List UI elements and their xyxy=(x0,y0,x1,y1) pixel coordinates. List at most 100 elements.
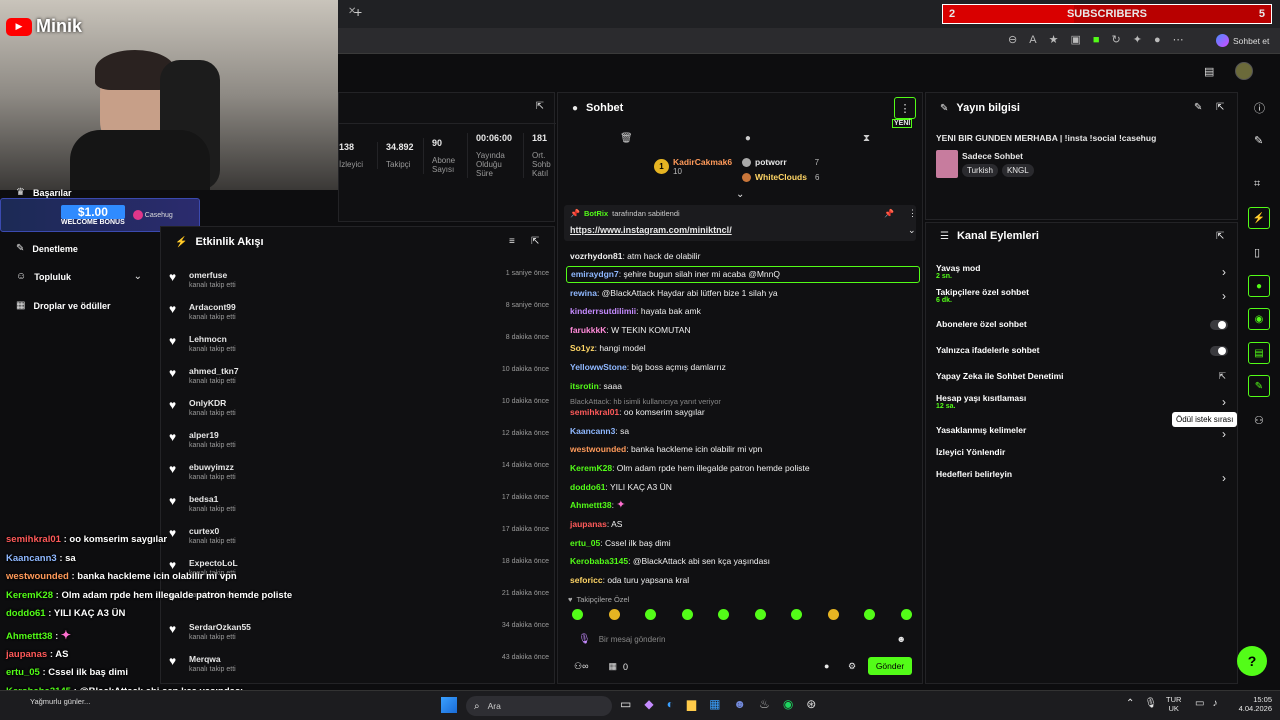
channel-action-item[interactable]: Hesap yaşı kısıtlaması 12 sa. › xyxy=(936,393,1228,413)
kick-extension-icon[interactable]: ■ xyxy=(1093,34,1100,46)
sidebar-item-topluluk[interactable]: ☺ Topluluk ⌄ xyxy=(16,271,142,282)
trash-icon[interactable]: 🗑 xyxy=(620,133,633,144)
quick-action-broadcast[interactable]: ◉ xyxy=(1248,308,1270,330)
chat-username[interactable]: farukkkK xyxy=(570,325,606,335)
expand-leaderboard-icon[interactable]: ⌄ xyxy=(736,189,744,200)
chat-input[interactable]: 🎙 Bir mesaj gönderin ☻ xyxy=(572,629,912,649)
new-tab-icon[interactable]: + xyxy=(354,4,362,20)
obs-icon[interactable]: ⊛ xyxy=(806,697,816,711)
chat-message[interactable]: rewina: @BlackAttack Haydar abi lütfen b… xyxy=(566,284,916,303)
sidebar-item-denetleme[interactable]: ✎ Denetleme xyxy=(16,243,78,254)
chat-message[interactable]: vozrhydon81: atm hack de olabilir xyxy=(566,247,916,266)
quick-action-wrench[interactable]: ✎ xyxy=(1248,375,1270,397)
bookmark-star-icon[interactable]: ★ xyxy=(1049,33,1059,46)
profile-avatar-icon[interactable]: ● xyxy=(1154,34,1161,46)
chat-username[interactable]: Kaancann3 xyxy=(570,426,615,436)
emote-icon[interactable] xyxy=(572,609,583,620)
chat-message[interactable]: Kerobaba3145: @BlackAttack abi sen kça y… xyxy=(566,552,916,571)
filter-icon[interactable]: ≡ xyxy=(509,236,515,247)
edit-icon[interactable]: ✎ xyxy=(1194,102,1202,113)
popout-icon[interactable]: ⇱ xyxy=(536,101,544,112)
user-avatar[interactable] xyxy=(1235,62,1253,80)
channel-action-item[interactable]: Abonelere özel sohbet xyxy=(936,319,1228,339)
chat-username[interactable]: rewina xyxy=(570,288,597,298)
channel-action-item[interactable]: Yasaklanmış kelimeler › xyxy=(936,425,1228,445)
chat-username[interactable]: Kerobaba3145 xyxy=(570,556,628,566)
gift-icon[interactable]: ▦ xyxy=(608,661,617,672)
channel-action-item[interactable]: Hedefleri belirleyin › xyxy=(936,469,1228,489)
emote-icon[interactable] xyxy=(754,609,766,620)
edge-icon[interactable]: ◐ xyxy=(667,697,674,711)
microphone-icon[interactable]: 🎙 xyxy=(578,634,591,645)
emote-icon[interactable] xyxy=(864,609,876,620)
chat-username[interactable]: So1yz xyxy=(570,343,595,353)
chat-message[interactable]: jaupanas: AS xyxy=(566,515,916,534)
activity-item[interactable]: ♥ Ardacont99 kanalı takip etti 8 saniye önc… xyxy=(169,297,549,329)
reward-queue-icon[interactable]: ⚇ xyxy=(1254,414,1264,427)
hourglass-icon[interactable]: ⧗ xyxy=(863,133,870,144)
chat-message[interactable]: ertu_05: Cssel ilk baş dimi xyxy=(566,534,916,553)
steam-icon[interactable]: ♨ xyxy=(759,697,770,711)
chat-bubble-icon[interactable]: ● xyxy=(824,661,829,671)
activity-item[interactable]: ♥ ebuwyimzz kanalı takip etti 14 dakika önc… xyxy=(169,457,549,489)
chat-icon[interactable]: ● xyxy=(745,133,751,144)
pencil-icon[interactable]: ✎ xyxy=(1254,134,1263,147)
toggle-switch[interactable] xyxy=(1210,346,1228,356)
chat-message[interactable]: Ahmettt38: ✦ xyxy=(566,496,916,515)
chat-username[interactable]: vozrhydon81 xyxy=(570,251,622,261)
emote-icon[interactable] xyxy=(827,609,839,620)
activity-item[interactable]: ♥ Lehmocn kanalı takip etti 8 dakika önce xyxy=(169,329,549,361)
chat-message[interactable]: YellowwStone: big boss açmış damlarrız xyxy=(566,358,916,377)
store-icon[interactable]: ▦ xyxy=(709,697,720,711)
help-chat-button[interactable]: ? xyxy=(1237,646,1267,676)
emote-icon[interactable] xyxy=(718,609,730,620)
chat-message[interactable]: Kaancann3: sa xyxy=(566,422,916,441)
emote-icon[interactable] xyxy=(645,609,657,620)
copilot-app-icon[interactable]: ◆ xyxy=(644,697,653,711)
chat-message[interactable]: itsrotin: saaa xyxy=(566,377,916,396)
emote-icon[interactable] xyxy=(900,609,912,620)
activity-item[interactable]: ♥ omerfuse kanalı takip etti 1 saniye önce xyxy=(169,265,549,297)
chat-username[interactable]: emiraydgn7 xyxy=(571,269,619,279)
activity-item[interactable]: ♥ bedsa1 kanalı takip etti 17 dakika önce xyxy=(169,489,549,521)
activity-item[interactable]: ♥ ahmed_tkn7 kanalı takip etti 10 dakika ön… xyxy=(169,361,549,393)
sidebar-item-basarilar[interactable]: ♛ Başarılar xyxy=(16,187,72,198)
emoji-icon[interactable]: ☻ xyxy=(897,634,906,644)
chat-username[interactable]: semihkral01 xyxy=(570,407,619,417)
quick-action-archive[interactable]: ▤ xyxy=(1248,342,1270,364)
chat-message[interactable]: seforicc: oda turu yapsana kral xyxy=(566,571,916,590)
chevron-up-icon[interactable]: ⌃ xyxy=(1126,698,1134,709)
clock[interactable]: 15:05 4.04.2026 xyxy=(1232,695,1272,713)
chat-message[interactable]: So1yz: hangi model xyxy=(566,339,916,358)
unpin-icon[interactable]: 📌 xyxy=(884,209,894,218)
crop-icon[interactable]: ⌗ xyxy=(1254,178,1260,191)
browser-menu-icon[interactable]: ⋯ xyxy=(1173,33,1184,46)
input-language[interactable]: TUR UK xyxy=(1166,695,1181,713)
chat-menu-button[interactable]: ⋮ xyxy=(894,97,916,119)
chat-username[interactable]: itsrotin xyxy=(570,381,599,391)
zoom-icon[interactable]: ⊖ xyxy=(1008,33,1017,46)
pinned-link[interactable]: https://www.instagram.com/miniktncl/ xyxy=(570,225,732,235)
emote-icon[interactable] xyxy=(608,609,620,620)
activity-item[interactable]: ♥ OnlyKDR kanalı takip etti 10 dakika önce xyxy=(169,393,549,425)
chat-message[interactable]: KeremK28: Olm adam rpde hem illegalde pa… xyxy=(566,459,916,478)
chat-message[interactable]: kinderrsutdilimii: hayata bak amk xyxy=(566,302,916,321)
activity-item[interactable]: ♥ alper19 kanalı takip etti 12 dakika önce xyxy=(169,425,549,457)
chat-message[interactable]: semihkral01: oo komserim saygılar xyxy=(566,403,916,422)
volume-icon[interactable]: ♪ xyxy=(1212,698,1217,709)
sohbet-et-label[interactable]: Sohbet et xyxy=(1233,36,1269,46)
channel-action-item[interactable]: Yapay Zeka ile Sohbet Denetimi ⇱ xyxy=(936,371,1228,391)
info-icon[interactable]: ⓘ xyxy=(1254,100,1265,116)
pinned-menu-icon[interactable]: ⋮ xyxy=(908,208,917,219)
chat-username[interactable]: YellowwStone xyxy=(570,362,627,372)
chat-username[interactable]: Ahmettt38 xyxy=(570,500,612,510)
spotify-icon[interactable]: ◉ xyxy=(783,697,793,711)
toggle-switch[interactable] xyxy=(1210,320,1228,330)
infinite-icon[interactable]: ⚇∞ xyxy=(574,661,588,672)
sidebar-item-droplar[interactable]: ▦ Droplar ve ödüller xyxy=(16,300,110,311)
copilot-icon[interactable] xyxy=(1216,34,1229,47)
gear-icon[interactable]: ⚙ xyxy=(848,661,856,672)
mic-tray-icon[interactable]: 🎙 xyxy=(1144,698,1157,709)
chat-username[interactable]: westwounded xyxy=(570,444,626,454)
task-view-icon[interactable]: ▭ xyxy=(620,697,631,711)
